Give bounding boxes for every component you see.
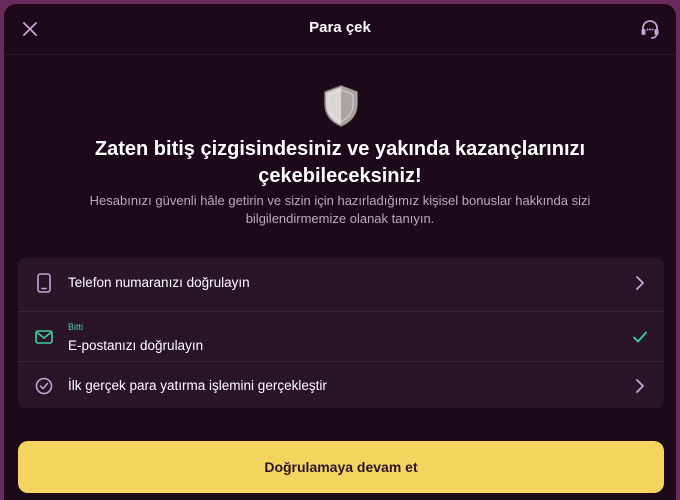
step-verify-phone[interactable]: Telefon numaranızı doğrulayın (18, 258, 664, 308)
hero-headline: Zaten bitiş çizgisindesiniz ve yakında k… (94, 138, 586, 187)
chevron-right-icon (632, 275, 648, 291)
check-icon (632, 329, 648, 345)
check-circle-icon (34, 376, 54, 396)
step-status-badge: Bitti (68, 322, 84, 332)
withdraw-modal: Para çek Zaten bitiş çizgisindesiniz ve … (4, 4, 676, 500)
step-label: Telefon numaranızı doğrulayın (68, 275, 250, 290)
phone-icon (34, 273, 54, 293)
chevron-right-icon (632, 378, 648, 394)
support-button[interactable] (638, 17, 662, 41)
headset-icon (641, 20, 659, 39)
continue-verification-button[interactable]: Doğrulamaya devam et (18, 441, 664, 493)
mail-icon (34, 327, 54, 347)
modal-header: Para çek (4, 4, 676, 55)
hero-subtext: Hesabınızı güvenli hâle getirin ve sizin… (89, 193, 591, 226)
step-verify-email[interactable]: Bitti E-postanızı doğrulayın (18, 311, 664, 362)
verification-steps: Telefon numaranızı doğrulayın Bitti E-po… (18, 258, 664, 408)
modal-title: Para çek (309, 19, 371, 36)
shield-icon (324, 85, 358, 127)
step-label: İlk gerçek para yatırma işlemini gerçekl… (68, 378, 327, 393)
step-label: E-postanızı doğrulayın (68, 338, 204, 353)
step-first-deposit[interactable]: İlk gerçek para yatırma işlemini gerçekl… (18, 361, 664, 409)
